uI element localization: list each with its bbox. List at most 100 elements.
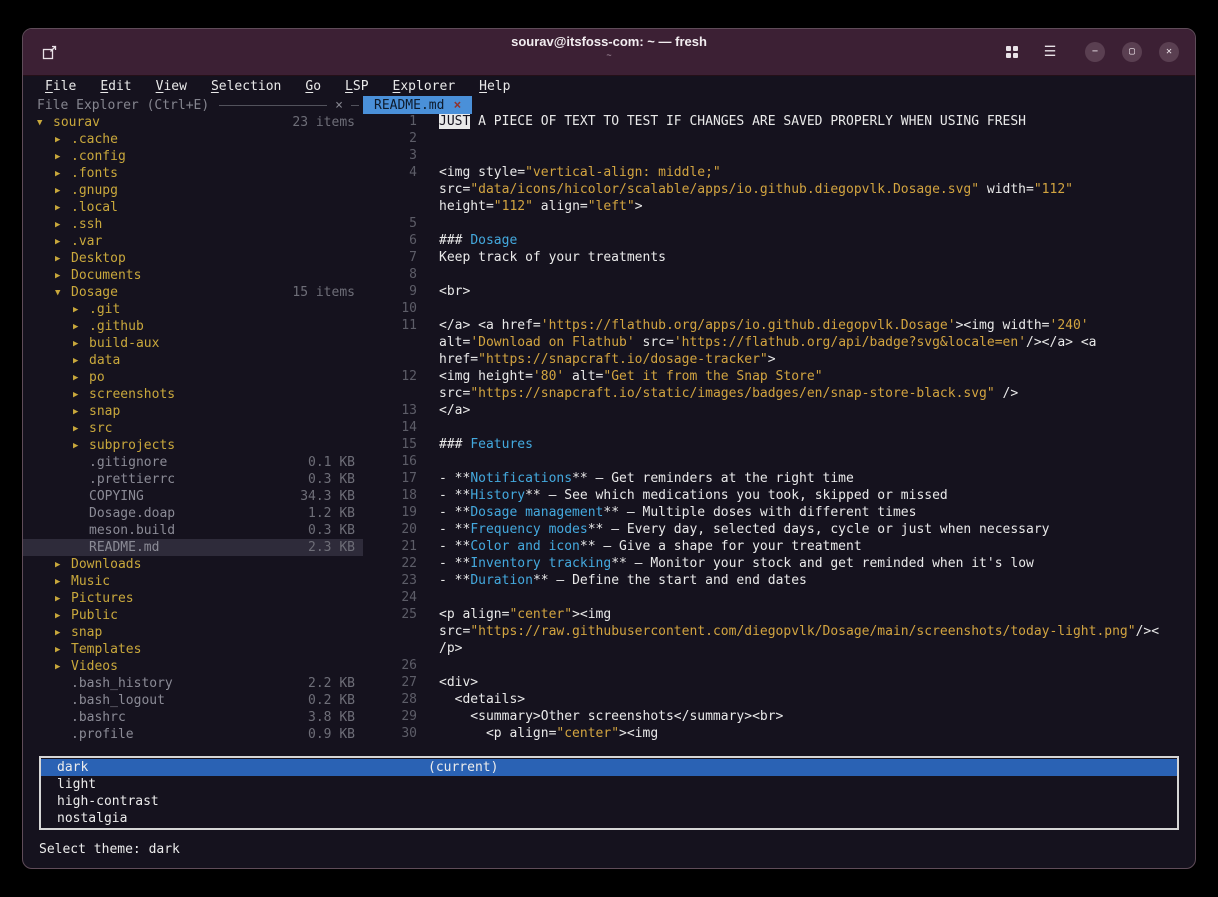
tree-item-Documents[interactable]: ▶Documents <box>23 267 363 284</box>
tree-item-.gnupg[interactable]: ▶.gnupg <box>23 182 363 199</box>
tree-item-.fonts[interactable]: ▶.fonts <box>23 165 363 182</box>
menu-item-selection[interactable]: Selection <box>199 79 293 94</box>
tree-item-src[interactable]: ▶src <box>23 420 363 437</box>
menu-item-file[interactable]: File <box>33 79 88 94</box>
theme-option-high-contrast[interactable]: high-contrast <box>41 793 1177 810</box>
triangle-right-icon[interactable]: ▶ <box>55 271 71 281</box>
tree-item-README.md[interactable]: README.md2.3 KB <box>23 539 363 556</box>
tree-item-meta: 0.3 KB <box>308 472 363 487</box>
triangle-right-icon[interactable]: ▶ <box>55 577 71 587</box>
triangle-right-icon[interactable]: ▶ <box>55 237 71 247</box>
triangle-right-icon[interactable]: ▶ <box>55 186 71 196</box>
new-tab-button[interactable] <box>37 39 63 65</box>
tree-item-sourav[interactable]: ▼sourav23 items <box>23 114 363 131</box>
tree-item-label: src <box>89 421 112 436</box>
triangle-right-icon[interactable]: ▶ <box>55 560 71 570</box>
tab-overview-button[interactable] <box>999 39 1025 65</box>
triangle-right-icon[interactable]: ▶ <box>73 390 89 400</box>
tree-item-Dosage.doap[interactable]: Dosage.doap1.2 KB <box>23 505 363 522</box>
tree-item-screenshots[interactable]: ▶screenshots <box>23 386 363 403</box>
tree-item-.gitignore[interactable]: .gitignore0.1 KB <box>23 454 363 471</box>
tree-item-Downloads[interactable]: ▶Downloads <box>23 556 363 573</box>
tree-item-.prettierrc[interactable]: .prettierrc 0.3 KB <box>23 471 363 488</box>
line-number: 18 <box>375 488 417 505</box>
theme-option-light[interactable]: light <box>41 776 1177 793</box>
triangle-right-icon[interactable]: ▶ <box>73 305 89 315</box>
tree-item-.var[interactable]: ▶.var <box>23 233 363 250</box>
triangle-right-icon[interactable]: ▶ <box>55 169 71 179</box>
tree-item-subprojects[interactable]: ▶subprojects <box>23 437 363 454</box>
triangle-right-icon[interactable]: ▶ <box>73 373 89 383</box>
tree-item-snap[interactable]: ▶snap <box>23 403 363 420</box>
tree-item-.cache[interactable]: ▶.cache <box>23 131 363 148</box>
menu-item-explorer[interactable]: Explorer <box>381 79 468 94</box>
tree-item-label: Public <box>71 608 118 623</box>
maximize-button[interactable]: ▢ <box>1122 42 1142 62</box>
line-text: <p align="center"><img <box>417 607 611 624</box>
triangle-right-icon[interactable]: ▶ <box>73 339 89 349</box>
tree-item-.ssh[interactable]: ▶.ssh <box>23 216 363 233</box>
triangle-right-icon[interactable]: ▶ <box>55 628 71 638</box>
menu-item-help[interactable]: Help <box>467 79 522 94</box>
tree-item-Templates[interactable]: ▶Templates <box>23 641 363 658</box>
tab-readme[interactable]: README.md × <box>363 96 472 114</box>
triangle-right-icon[interactable]: ▶ <box>73 407 89 417</box>
theme-option-dark[interactable]: dark(current) <box>41 759 1177 776</box>
tree-item-build-aux[interactable]: ▶build-aux <box>23 335 363 352</box>
tree-item-.bash_history[interactable]: .bash_history2.2 KB <box>23 675 363 692</box>
tree-item-label: .prettierrc <box>89 472 175 487</box>
tree-item-Pictures[interactable]: ▶Pictures <box>23 590 363 607</box>
tab-close-icon[interactable]: × <box>453 98 461 113</box>
triangle-right-icon[interactable]: ▶ <box>55 220 71 230</box>
tree-item-Desktop[interactable]: ▶Desktop <box>23 250 363 267</box>
triangle-right-icon[interactable]: ▶ <box>55 203 71 213</box>
triangle-right-icon[interactable]: ▶ <box>55 152 71 162</box>
tree-item-.git[interactable]: ▶.git <box>23 301 363 318</box>
menu-item-view[interactable]: View <box>144 79 199 94</box>
tree-item-.profile[interactable]: .profile0.9 KB <box>23 726 363 743</box>
tree-item-Dosage[interactable]: ▼Dosage15 items <box>23 284 363 301</box>
tree-item-label: .gitignore <box>89 455 167 470</box>
menu-item-edit[interactable]: Edit <box>88 79 143 94</box>
triangle-down-icon[interactable]: ▼ <box>37 118 53 128</box>
minimize-button[interactable]: − <box>1085 42 1105 62</box>
menu-item-go[interactable]: Go <box>293 79 333 94</box>
theme-option-nostalgia[interactable]: nostalgia <box>41 810 1177 827</box>
code-row: 5 <box>375 216 1195 233</box>
triangle-right-icon[interactable]: ▶ <box>73 441 89 451</box>
tree-item-Videos[interactable]: ▶Videos <box>23 658 363 675</box>
tree-item-meta: 3.8 KB <box>308 710 363 725</box>
tree-item-snap[interactable]: ▶snap <box>23 624 363 641</box>
theme-picker-list: dark(current)lighthigh-contrastnostalgia <box>39 756 1179 830</box>
tree-item-Public[interactable]: ▶Public <box>23 607 363 624</box>
tree-item-.bashrc[interactable]: .bashrc3.8 KB <box>23 709 363 726</box>
app-menu-button[interactable]: ☰ <box>1037 39 1063 65</box>
tree-item-meson.build[interactable]: meson.build0.3 KB <box>23 522 363 539</box>
triangle-right-icon[interactable]: ▶ <box>55 135 71 145</box>
triangle-down-icon[interactable]: ▼ <box>55 288 71 298</box>
tree-item-.bash_logout[interactable]: .bash_logout0.2 KB <box>23 692 363 709</box>
menu-item-lsp[interactable]: LSP <box>333 79 380 94</box>
tree-item-.config[interactable]: ▶.config <box>23 148 363 165</box>
triangle-right-icon[interactable]: ▶ <box>73 322 89 332</box>
editor-code[interactable]: 1JUST A PIECE OF TEXT TO TEST IF CHANGES… <box>363 114 1195 743</box>
tree-item-po[interactable]: ▶po <box>23 369 363 386</box>
tree-item-COPYING[interactable]: COPYING34.3 KB <box>23 488 363 505</box>
line-number: 4 <box>375 165 417 182</box>
tree-item-label: .local <box>71 200 118 215</box>
tree-item-.local[interactable]: ▶.local <box>23 199 363 216</box>
line-number: 14 <box>375 420 417 437</box>
explorer-close-button[interactable]: × <box>335 98 343 113</box>
triangle-right-icon[interactable]: ▶ <box>55 594 71 604</box>
triangle-right-icon[interactable]: ▶ <box>55 611 71 621</box>
line-number <box>375 624 417 641</box>
triangle-right-icon[interactable]: ▶ <box>55 662 71 672</box>
tree-item-data[interactable]: ▶data <box>23 352 363 369</box>
tree-item-.github[interactable]: ▶.github <box>23 318 363 335</box>
triangle-right-icon[interactable]: ▶ <box>73 424 89 434</box>
triangle-right-icon[interactable]: ▶ <box>73 356 89 366</box>
triangle-right-icon[interactable]: ▶ <box>55 254 71 264</box>
close-button[interactable]: ✕ <box>1159 42 1179 62</box>
triangle-right-icon[interactable]: ▶ <box>55 645 71 655</box>
tree-item-Music[interactable]: ▶Music <box>23 573 363 590</box>
